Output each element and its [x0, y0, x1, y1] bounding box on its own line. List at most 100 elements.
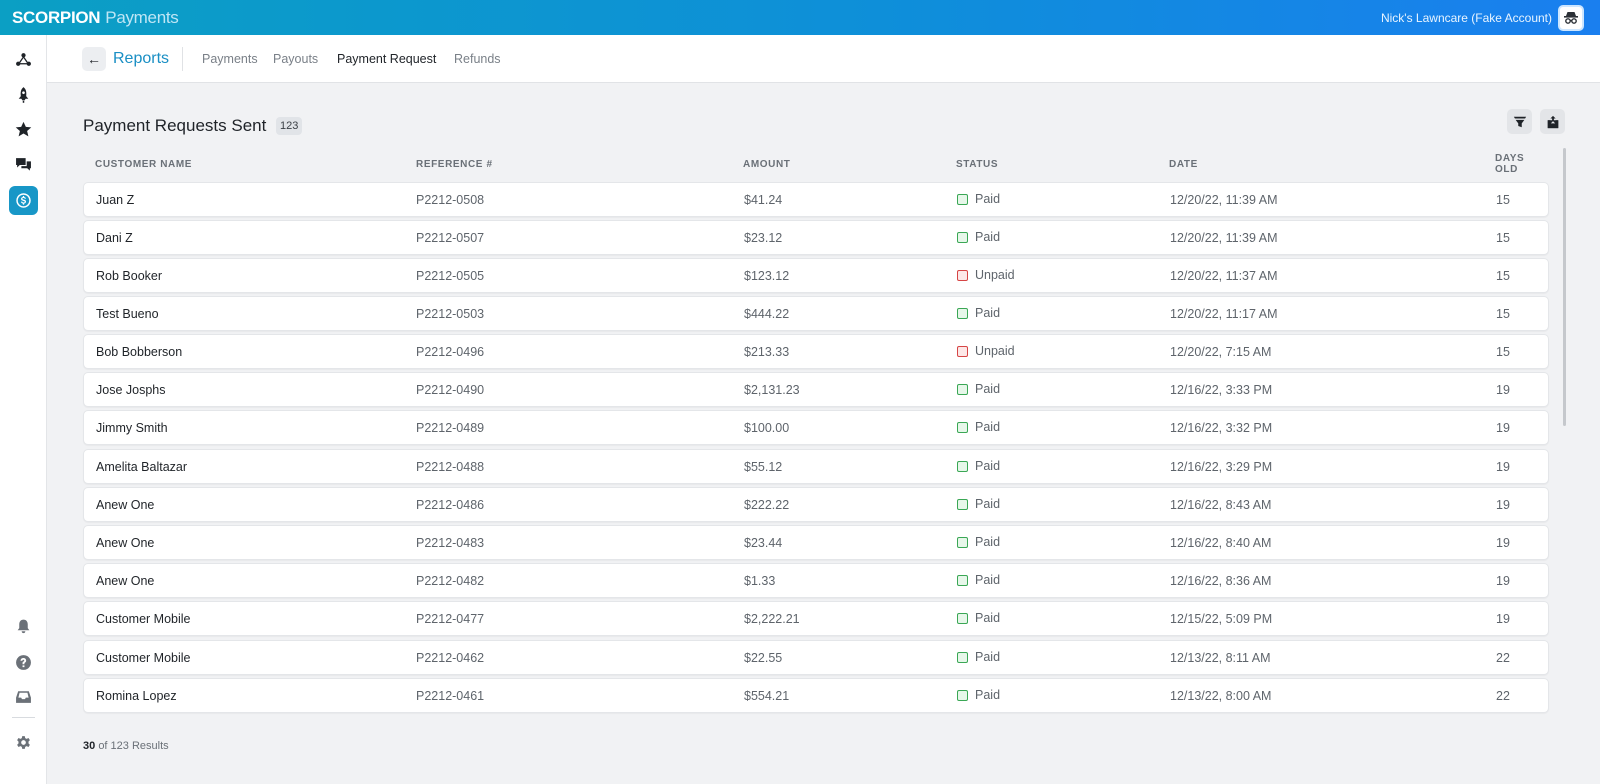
date-cell: 12/16/22, 3:29 PM [1170, 460, 1273, 474]
date-cell: 12/16/22, 8:43 AM [1170, 498, 1272, 512]
table-row[interactable]: Jimmy Smith P2212-0489 $100.00 Paid 12/16/22… [83, 410, 1549, 445]
back-button[interactable]: ← [82, 47, 106, 71]
sidebar-item-help[interactable] [9, 648, 38, 677]
table-row[interactable]: Bob Bobberson P2212-0496 $213.33 Unpaid 12/2… [83, 334, 1549, 369]
sidebar-item-dashboard[interactable] [9, 45, 38, 74]
status-cell: Paid [957, 688, 1000, 702]
sidebar-item-inbox[interactable] [9, 682, 38, 711]
date-cell: 12/16/22, 3:32 PM [1170, 421, 1273, 435]
reference-cell: P2212-0490 [416, 383, 485, 397]
table-row[interactable]: Amelita Baltazar P2212-0488 $55.12 Paid 12/1… [83, 449, 1549, 484]
status-label: Paid [975, 497, 1001, 511]
days-old-cell: 19 [1496, 421, 1510, 435]
table-row[interactable]: Rob Booker P2212-0505 $123.12 Unpaid 12/20/2… [83, 258, 1549, 293]
reference-cell: P2212-0483 [416, 536, 485, 550]
table-row[interactable]: Customer Mobile P2212-0462 $22.55 Paid 12/13… [83, 640, 1549, 675]
table-row[interactable]: Anew One P2212-0482 $1.33 Paid 12/16/22, 8:3… [83, 563, 1549, 598]
sidebar-item-payments[interactable] [9, 186, 38, 215]
status-label: Paid [975, 459, 1001, 473]
sidebar-divider [12, 717, 35, 718]
sidebar-item-settings[interactable] [9, 728, 38, 757]
arrow-left-icon: ← [87, 51, 101, 67]
status-cell: Unpaid [957, 344, 1015, 358]
avatar[interactable] [1558, 5, 1584, 31]
table-row[interactable]: Test Bueno P2212-0503 $444.22 Paid 12/20/22,… [83, 296, 1549, 331]
gear-icon [17, 736, 30, 749]
sidebar-item-reviews[interactable] [9, 115, 38, 144]
status-indicator-icon [957, 498, 968, 510]
column-header-date[interactable]: DATE [1169, 159, 1198, 170]
customer-name-cell: Jimmy Smith [96, 421, 168, 435]
amount-cell: $123.12 [744, 269, 790, 283]
days-old-cell: 19 [1496, 536, 1510, 550]
customer-name-cell: Amelita Baltazar [96, 460, 188, 474]
status-label: Paid [975, 420, 1001, 434]
sidebar-item-messages[interactable] [9, 150, 38, 179]
sidebar-item-launch[interactable] [9, 80, 38, 109]
reference-cell: P2212-0486 [416, 498, 485, 512]
reference-cell: P2212-0507 [416, 231, 485, 245]
status-cell: Paid [957, 650, 1000, 664]
brand-logo[interactable]: SCORPION Payments [12, 8, 179, 28]
table-row[interactable]: Customer Mobile P2212-0477 $2,222.21 Paid 12… [83, 601, 1549, 636]
reference-cell: P2212-0462 [416, 651, 485, 665]
days-old-cell: 15 [1496, 307, 1510, 321]
amount-cell: $41.24 [744, 193, 783, 207]
column-header-status[interactable]: STATUS [956, 159, 998, 170]
days-old-cell: 15 [1496, 269, 1510, 283]
tab-payouts[interactable]: Payouts [273, 52, 318, 66]
status-label: Paid [975, 535, 1001, 549]
date-cell: 12/20/22, 11:17 AM [1170, 307, 1278, 321]
reference-cell: P2212-0461 [416, 689, 485, 703]
tab-payments[interactable]: Payments [202, 52, 258, 66]
status-cell: Paid [957, 192, 1000, 206]
table-row[interactable]: Romina Lopez P2212-0461 $554.21 Paid 12/13/2… [83, 678, 1549, 713]
column-header-amount[interactable]: AMOUNT [743, 159, 790, 170]
status-label: Paid [975, 688, 1001, 702]
page-title: Reports [113, 50, 170, 67]
export-button[interactable] [1540, 109, 1565, 134]
table-row[interactable]: Anew One P2212-0483 $23.44 Paid 12/16/22, 8:… [83, 525, 1549, 560]
column-header-customer-name[interactable]: CUSTOMER NAME [95, 159, 192, 170]
customer-name-cell: Anew One [96, 498, 155, 512]
days-old-cell: 19 [1496, 574, 1510, 588]
amount-cell: $23.12 [744, 231, 783, 245]
days-old-cell: 19 [1496, 612, 1510, 626]
column-header-days-old[interactable]: DAYS OLD [1495, 153, 1524, 175]
section-title: Payment Requests Sent [83, 116, 267, 135]
status-indicator-icon [957, 689, 968, 701]
filter-icon [1513, 116, 1526, 127]
amount-cell: $554.21 [744, 689, 790, 703]
table-row[interactable]: Juan Z P2212-0508 $41.24 Paid 12/20/22, 11:3… [83, 182, 1549, 217]
status-cell: Paid [957, 459, 1000, 473]
table-scrollbar[interactable] [1563, 148, 1566, 426]
account-name[interactable]: Nick's Lawncare (Fake Account) [1381, 11, 1552, 25]
days-old-cell: 22 [1496, 651, 1510, 665]
sidebar [0, 35, 47, 784]
tab-refunds[interactable]: Refunds [454, 52, 501, 66]
report-header: ← Reports Payments Payouts Payment Reque… [47, 35, 1600, 83]
sidebar-item-notifications[interactable] [9, 612, 38, 641]
customer-name-cell: Test Bueno [96, 307, 159, 321]
customer-name-cell: Romina Lopez [96, 689, 177, 703]
results-shown: 30 [83, 740, 96, 752]
table-row[interactable]: Anew One P2212-0486 $222.22 Paid 12/16/22, 8… [83, 487, 1549, 522]
tab-payment-request[interactable]: Payment Request [337, 52, 436, 66]
days-old-cell: 19 [1496, 460, 1510, 474]
column-header-reference[interactable]: REFERENCE # [416, 159, 493, 170]
status-indicator-icon [957, 460, 968, 472]
incognito-icon [1564, 12, 1578, 24]
dollar-circle-icon [16, 193, 31, 208]
reference-cell: P2212-0477 [416, 612, 485, 626]
inbox-icon [16, 691, 31, 703]
table-row[interactable]: Dani Z P2212-0507 $23.12 Paid 12/20/22, 11:3… [83, 220, 1549, 255]
status-cell: Paid [957, 230, 1000, 244]
top-bar: SCORPION Payments Nick's Lawncare (Fake A… [0, 0, 1600, 35]
date-cell: 12/13/22, 8:11 AM [1170, 651, 1271, 665]
status-label: Unpaid [975, 344, 1015, 358]
status-label: Paid [975, 306, 1001, 320]
status-cell: Paid [957, 611, 1000, 625]
filter-button[interactable] [1507, 109, 1532, 134]
reference-cell: P2212-0482 [416, 574, 485, 588]
table-row[interactable]: Jose Josphs P2212-0490 $2,131.23 Paid 12/16/… [83, 372, 1549, 407]
